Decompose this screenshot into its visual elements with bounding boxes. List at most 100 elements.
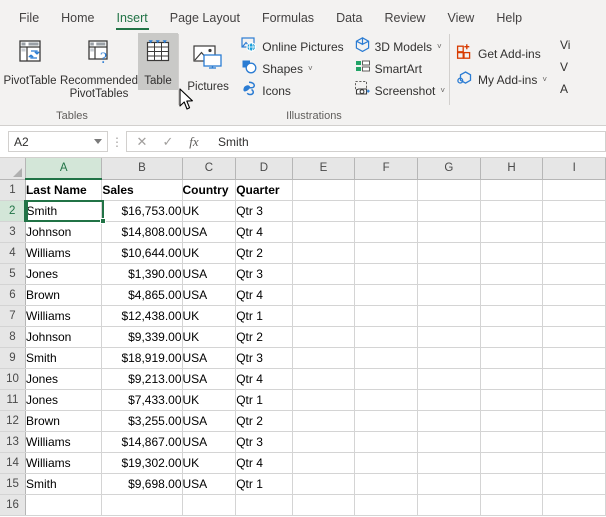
cell-D14[interactable]: Qtr 4 — [236, 452, 292, 473]
row-header-13[interactable]: 13 — [0, 431, 25, 452]
cell-G9[interactable] — [417, 347, 480, 368]
cell-I8[interactable] — [543, 326, 606, 347]
cell-H15[interactable] — [480, 473, 543, 494]
cell-D5[interactable]: Qtr 3 — [236, 263, 292, 284]
tab-file[interactable]: File — [8, 7, 50, 30]
cell-I12[interactable] — [543, 410, 606, 431]
cell-H10[interactable] — [480, 368, 543, 389]
cell-B12[interactable]: $3,255.00 — [102, 410, 182, 431]
cell-G13[interactable] — [417, 431, 480, 452]
cell-E4[interactable] — [292, 242, 355, 263]
cell-A16[interactable] — [25, 494, 101, 515]
cell-H12[interactable] — [480, 410, 543, 431]
cell-E8[interactable] — [292, 326, 355, 347]
cell-E3[interactable] — [292, 221, 355, 242]
cell-F2[interactable] — [355, 200, 418, 221]
row-header-12[interactable]: 12 — [0, 410, 25, 431]
cell-G15[interactable] — [417, 473, 480, 494]
cell-B13[interactable]: $14,867.00 — [102, 431, 182, 452]
get-addins-button[interactable]: Get Add-ins — [454, 41, 551, 67]
cell-I2[interactable] — [543, 200, 606, 221]
tab-insert[interactable]: Insert — [106, 7, 159, 30]
column-header-b[interactable]: B — [102, 158, 182, 179]
cell-B6[interactable]: $4,865.00 — [102, 284, 182, 305]
cell-F8[interactable] — [355, 326, 418, 347]
cell-F10[interactable] — [355, 368, 418, 389]
column-header-i[interactable]: I — [543, 158, 606, 179]
cell-A8[interactable]: Johnson — [25, 326, 101, 347]
cell-A1[interactable]: Last Name — [25, 179, 101, 200]
cell-I9[interactable] — [543, 347, 606, 368]
cell-G7[interactable] — [417, 305, 480, 326]
cell-A4[interactable]: Williams — [25, 242, 101, 263]
cell-I15[interactable] — [543, 473, 606, 494]
cell-E9[interactable] — [292, 347, 355, 368]
cell-E6[interactable] — [292, 284, 355, 305]
cell-G1[interactable] — [417, 179, 480, 200]
cell-B4[interactable]: $10,644.00 — [102, 242, 182, 263]
row-header-6[interactable]: 6 — [0, 284, 25, 305]
cell-I4[interactable] — [543, 242, 606, 263]
cell-G2[interactable] — [417, 200, 480, 221]
cell-I7[interactable] — [543, 305, 606, 326]
row-header-1[interactable]: 1 — [0, 179, 25, 200]
cell-C7[interactable]: UK — [182, 305, 236, 326]
insert-function-icon[interactable]: fx — [181, 132, 207, 151]
cell-G10[interactable] — [417, 368, 480, 389]
cell-I10[interactable] — [543, 368, 606, 389]
name-box[interactable]: A2 — [8, 131, 108, 152]
cell-D2[interactable]: Qtr 3 — [236, 200, 292, 221]
cell-E14[interactable] — [292, 452, 355, 473]
tab-formulas[interactable]: Formulas — [251, 7, 325, 30]
cell-I1[interactable] — [543, 179, 606, 200]
cell-I11[interactable] — [543, 389, 606, 410]
3d-models-button[interactable]: 3D Models ˅ — [352, 36, 449, 58]
clipped-line-2[interactable]: V — [560, 60, 574, 74]
table-button[interactable]: Table — [138, 33, 178, 90]
cell-F12[interactable] — [355, 410, 418, 431]
cell-B15[interactable]: $9,698.00 — [102, 473, 182, 494]
cell-E12[interactable] — [292, 410, 355, 431]
cell-F4[interactable] — [355, 242, 418, 263]
cell-I5[interactable] — [543, 263, 606, 284]
row-header-8[interactable]: 8 — [0, 326, 25, 347]
row-header-5[interactable]: 5 — [0, 263, 25, 284]
shapes-button[interactable]: Shapes ˅ — [239, 58, 347, 80]
cell-H6[interactable] — [480, 284, 543, 305]
cell-C15[interactable]: USA — [182, 473, 236, 494]
cell-D3[interactable]: Qtr 4 — [236, 221, 292, 242]
cell-A11[interactable]: Jones — [25, 389, 101, 410]
cell-E11[interactable] — [292, 389, 355, 410]
cell-B10[interactable]: $9,213.00 — [102, 368, 182, 389]
cell-D12[interactable]: Qtr 2 — [236, 410, 292, 431]
cell-H2[interactable] — [480, 200, 543, 221]
tab-data[interactable]: Data — [325, 7, 373, 30]
row-header-4[interactable]: 4 — [0, 242, 25, 263]
confirm-icon[interactable]: ✓ — [155, 132, 181, 151]
cell-D11[interactable]: Qtr 1 — [236, 389, 292, 410]
cell-F13[interactable] — [355, 431, 418, 452]
cell-C14[interactable]: UK — [182, 452, 236, 473]
cell-F3[interactable] — [355, 221, 418, 242]
cell-H8[interactable] — [480, 326, 543, 347]
row-header-14[interactable]: 14 — [0, 452, 25, 473]
cell-F15[interactable] — [355, 473, 418, 494]
column-header-c[interactable]: C — [182, 158, 236, 179]
cell-I14[interactable] — [543, 452, 606, 473]
formula-bar-grip[interactable]: ⋮ — [110, 135, 124, 149]
clipped-line-3[interactable]: A — [560, 82, 574, 96]
cell-H1[interactable] — [480, 179, 543, 200]
screenshot-chevron-down-icon[interactable]: ˅ — [440, 87, 445, 95]
tab-view[interactable]: View — [436, 7, 485, 30]
cell-F5[interactable] — [355, 263, 418, 284]
my-addins-button[interactable]: My Add-ins ˅ — [454, 67, 551, 93]
cell-E2[interactable] — [292, 200, 355, 221]
cell-B11[interactable]: $7,433.00 — [102, 389, 182, 410]
cell-D6[interactable]: Qtr 4 — [236, 284, 292, 305]
cell-B16[interactable] — [102, 494, 182, 515]
cell-D7[interactable]: Qtr 1 — [236, 305, 292, 326]
cell-A2[interactable]: Smith — [25, 200, 101, 221]
my-addins-chevron-down-icon[interactable]: ˅ — [542, 76, 547, 84]
cell-H4[interactable] — [480, 242, 543, 263]
cell-B5[interactable]: $1,390.00 — [102, 263, 182, 284]
